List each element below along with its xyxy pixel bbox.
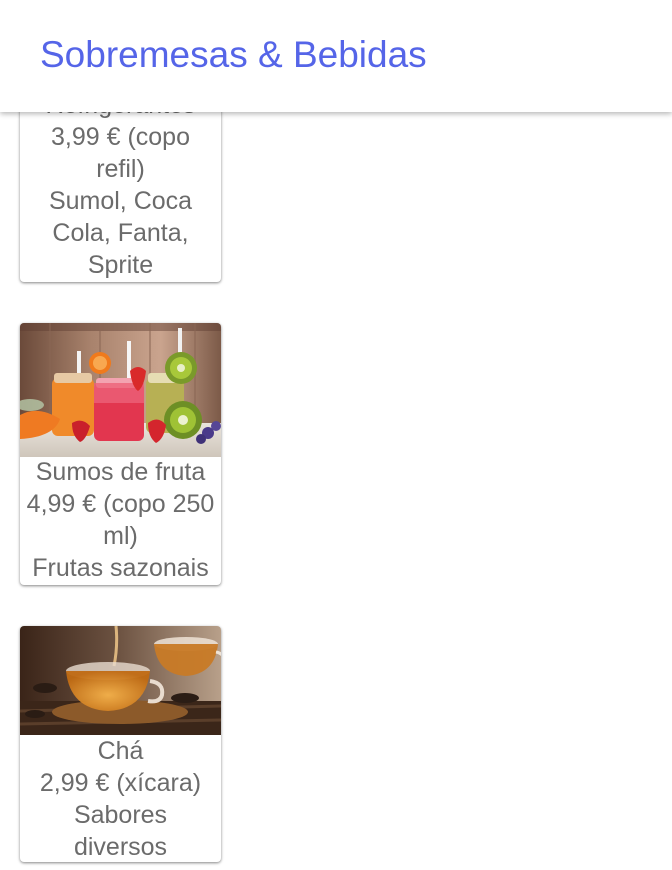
page-title: Sobremesas & Bebidas [40,34,427,75]
item-description: Sabores diversos [73,801,168,861]
card-body: Sumos de fruta 4,99 € (copo 250 ml) Frut… [20,456,221,584]
item-description: Frutas sazonais [32,554,209,582]
item-description: Sumol, Coca Cola, Fanta, Sprite [48,187,193,279]
item-price: 3,99 € (copo refil) [51,123,190,183]
menu-card-sumos-de-fruta[interactable]: Sumos de fruta 4,99 € (copo 250 ml) Frut… [20,323,221,585]
menu-card-cha[interactable]: Chá 2,99 € (xícara) Sabores diversos [20,626,221,862]
item-name: Chá [97,737,144,765]
card-body: Chá 2,99 € (xícara) Sabores diversos [20,735,221,862]
item-price: 4,99 € (copo 250 ml) [26,490,215,550]
item-price: 2,99 € (xícara) [39,769,202,797]
fruit-juice-image [20,323,221,457]
app-bar: Sobremesas & Bebidas [0,0,672,112]
item-name: Sumos de fruta [35,458,206,486]
tea-image [20,626,221,735]
